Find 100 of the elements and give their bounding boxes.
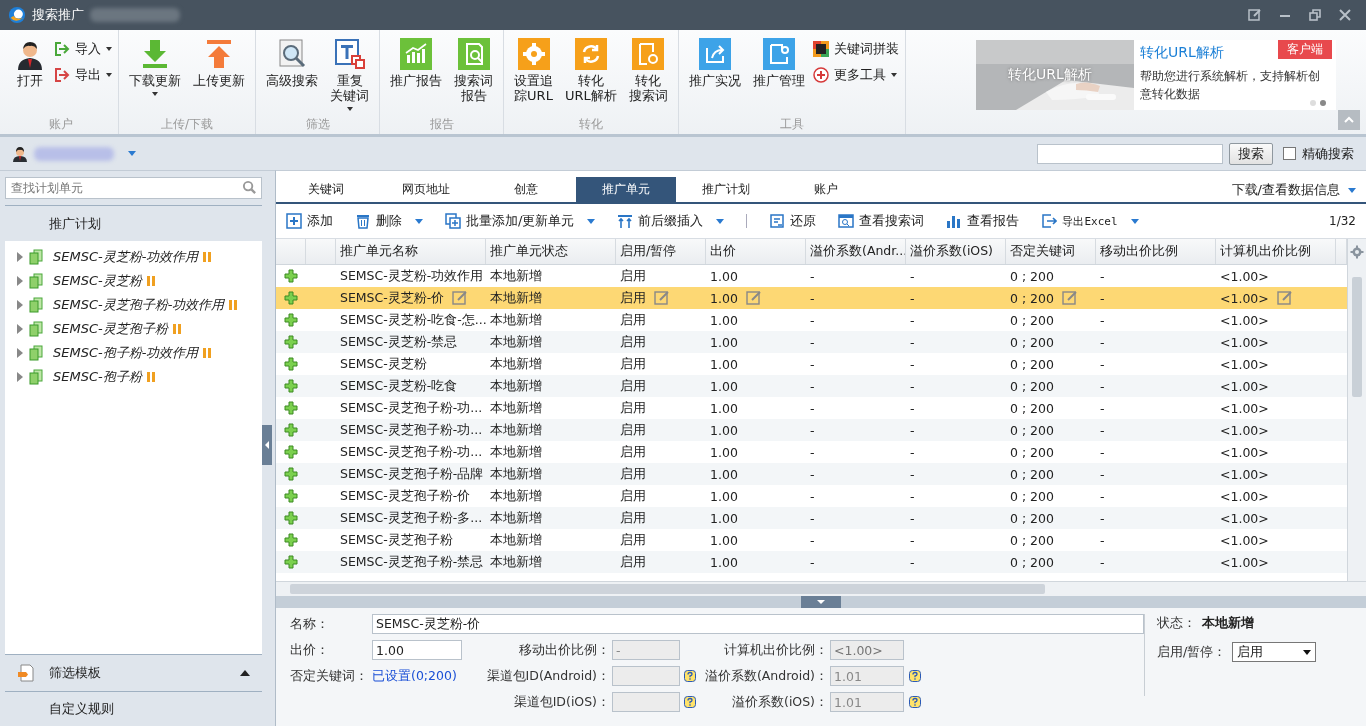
dropdown-arrow-icon[interactable]	[128, 151, 136, 156]
close-icon[interactable]	[1338, 8, 1352, 22]
expand-arrow-icon[interactable]	[17, 372, 23, 382]
toolbar-button[interactable]: 查看报告	[946, 212, 1020, 230]
tree-item[interactable]: SEMSC-孢子粉-功效作用	[5, 341, 262, 365]
price-field[interactable]: 1.00	[372, 640, 462, 660]
plus-icon[interactable]	[284, 533, 298, 547]
toolbar-button[interactable]: 还原	[769, 212, 817, 230]
ribbon-button[interactable]: 关键词拼装	[812, 40, 899, 58]
table-row[interactable]: SEMSC-灵芝粉 本地新增 启用 1.00 - - 0 ; 200 - <1.00>	[276, 353, 1347, 375]
edit-icon[interactable]	[1276, 290, 1293, 306]
name-field[interactable]: SEMSC-灵芝粉-价	[372, 614, 1144, 634]
edit-icon[interactable]	[1062, 290, 1078, 306]
plus-icon[interactable]	[284, 357, 298, 371]
tree-item[interactable]: SEMSC-孢子粉	[5, 365, 262, 389]
filter-template-bar[interactable]: 筛选模板	[5, 654, 262, 691]
collapse-ribbon-button[interactable]	[1338, 110, 1360, 130]
table-row[interactable]: SEMSC-灵芝孢子粉-功... 本地新增 启用 1.00 - - 0 ; 200 - <1.00>	[276, 441, 1347, 463]
help-icon[interactable]	[684, 670, 696, 682]
column-header[interactable]: 计算机出价比例	[1216, 239, 1336, 264]
toolbar-button[interactable]: 添加	[286, 212, 333, 230]
table-row[interactable]: SEMSC-灵芝孢子粉-价 本地新增 启用 1.00 - - 0 ; 200 - <1.00>	[276, 485, 1347, 507]
column-header[interactable]: 出价	[706, 239, 806, 264]
column-header[interactable]: 否定关键词	[1006, 239, 1096, 264]
banner-title[interactable]: 转化URL解析	[1140, 44, 1224, 62]
ribbon-button[interactable]: 搜索词 报告	[450, 38, 497, 103]
ribbon-button[interactable]: 导入	[54, 40, 112, 58]
ribbon-button[interactable]: 转化 URL解析	[561, 38, 621, 103]
column-header[interactable]: 推广单元状态	[486, 239, 616, 264]
expand-arrow-icon[interactable]	[17, 252, 23, 262]
edit-icon[interactable]	[745, 290, 762, 306]
help-icon[interactable]	[684, 696, 696, 708]
carousel-dot[interactable]	[1320, 100, 1326, 106]
toolbar-button[interactable]: 删除	[355, 212, 423, 230]
tree-item[interactable]: SEMSC-灵芝粉-功效作用	[5, 245, 262, 269]
edit-icon[interactable]	[654, 290, 670, 306]
column-header[interactable]: 推广单元名称	[336, 239, 486, 264]
carousel-dot[interactable]	[1310, 100, 1316, 106]
data-menu[interactable]: 下载/查看数据信息	[1223, 177, 1366, 202]
expand-arrow-icon[interactable]	[17, 300, 23, 310]
column-header[interactable]: 溢价系数(iOS)	[906, 239, 1006, 264]
plus-icon[interactable]	[284, 269, 298, 283]
plus-icon[interactable]	[284, 313, 298, 327]
splitter-handle[interactable]	[801, 596, 841, 608]
table-row[interactable]: SEMSC-灵芝孢子粉-功... 本地新增 启用 1.00 - - 0 ; 200 - <1.00>	[276, 397, 1347, 419]
search-button[interactable]: 搜索	[1229, 142, 1273, 165]
ribbon-button[interactable]: 推广实况	[684, 38, 745, 88]
restore-icon[interactable]	[1308, 8, 1322, 22]
column-header[interactable]: 溢价系数(Andr...	[806, 239, 906, 264]
plus-icon[interactable]	[284, 555, 298, 569]
tree-item[interactable]: SEMSC-灵芝孢子粉-功效作用	[5, 293, 262, 317]
plus-icon[interactable]	[284, 445, 298, 459]
plus-icon[interactable]	[284, 401, 298, 415]
table-row[interactable]: SEMSC-灵芝粉-禁忌 本地新增 启用 1.00 - - 0 ; 200 - <1.00>	[276, 331, 1347, 353]
scroll-thumb[interactable]	[1352, 277, 1362, 397]
table-row[interactable]: SEMSC-灵芝孢子粉-功... 本地新增 启用 1.00 - - 0 ; 200 - <1.00>	[276, 419, 1347, 441]
search-field[interactable]	[1037, 143, 1223, 164]
plus-icon[interactable]	[284, 511, 298, 525]
plus-icon[interactable]	[284, 379, 298, 393]
table-row[interactable]: SEMSC-灵芝粉-价 本地新增 启用 1.00 - - 0 ; 200 - <1.00>	[276, 287, 1347, 309]
ribbon-button[interactable]: 高级搜索	[262, 38, 322, 88]
negative-keywords-link[interactable]: 已设置(0;200)	[372, 667, 462, 685]
plus-icon[interactable]	[284, 423, 298, 437]
collapse-handle[interactable]	[262, 425, 272, 465]
ribbon-button[interactable]: 更多工具	[812, 66, 899, 84]
toolbar-button[interactable]: 导出Excel	[1041, 213, 1139, 229]
table-row[interactable]: SEMSC-灵芝粉-吃食-怎... 本地新增 启用 1.00 - - 0 ; 200 - <1.00>	[276, 309, 1347, 331]
tab[interactable]: 推广单元	[576, 177, 676, 202]
expand-arrow-icon[interactable]	[17, 348, 23, 358]
ribbon-button[interactable]: 推广报告	[386, 38, 446, 88]
edit-icon[interactable]	[1248, 8, 1262, 22]
expand-arrow-icon[interactable]	[17, 276, 23, 286]
custom-rules-item[interactable]: 自定义规则	[49, 700, 114, 718]
tab[interactable]: 推广计划	[676, 177, 776, 202]
tab[interactable]: 创意	[476, 177, 576, 202]
help-icon[interactable]	[909, 670, 921, 682]
tab[interactable]: 关键词	[276, 177, 376, 202]
toolbar-button[interactable]: 查看搜索词	[838, 212, 925, 230]
ribbon-button[interactable]: 上传更新	[189, 38, 249, 88]
tree-item[interactable]: SEMSC-灵芝孢子粉	[5, 317, 262, 341]
expand-arrow-icon[interactable]	[17, 324, 23, 334]
scroll-thumb[interactable]	[290, 584, 1045, 594]
ribbon-button[interactable]: 重复 关键词	[326, 38, 373, 111]
tab[interactable]: 网页地址	[376, 177, 476, 202]
column-header[interactable]: 启用/暂停	[616, 239, 706, 264]
ribbon-button[interactable]: 转化 搜索词	[624, 38, 672, 103]
checkbox[interactable]	[1283, 147, 1296, 160]
enabled-select[interactable]: 启用	[1232, 642, 1317, 662]
ribbon-button[interactable]: 推广管理	[748, 38, 809, 88]
horizontal-scrollbar[interactable]	[276, 581, 1366, 596]
table-row[interactable]: SEMSC-灵芝粉-吃食 本地新增 启用 1.00 - - 0 ; 200 - <1.00>	[276, 375, 1347, 397]
plus-icon[interactable]	[284, 291, 298, 305]
table-row[interactable]: SEMSC-灵芝孢子粉 本地新增 启用 1.00 - - 0 ; 200 - <1.00>	[276, 529, 1347, 551]
table-row[interactable]: SEMSC-灵芝孢子粉-禁忌 本地新增 启用 1.00 - - 0 ; 200 - <1.00>	[276, 551, 1347, 573]
table-row[interactable]: SEMSC-灵芝孢子粉-品牌 本地新增 启用 1.00 - - 0 ; 200 - <1.00>	[276, 463, 1347, 485]
ribbon-button[interactable]: 设置追 踪URL	[510, 38, 557, 103]
column-header[interactable]: 移动出价比例	[1096, 239, 1216, 264]
tab[interactable]: 账户	[776, 177, 876, 202]
toolbar-button[interactable]: 批量添加/更新单元	[445, 212, 596, 230]
ribbon-button[interactable]: 打开	[10, 38, 50, 88]
